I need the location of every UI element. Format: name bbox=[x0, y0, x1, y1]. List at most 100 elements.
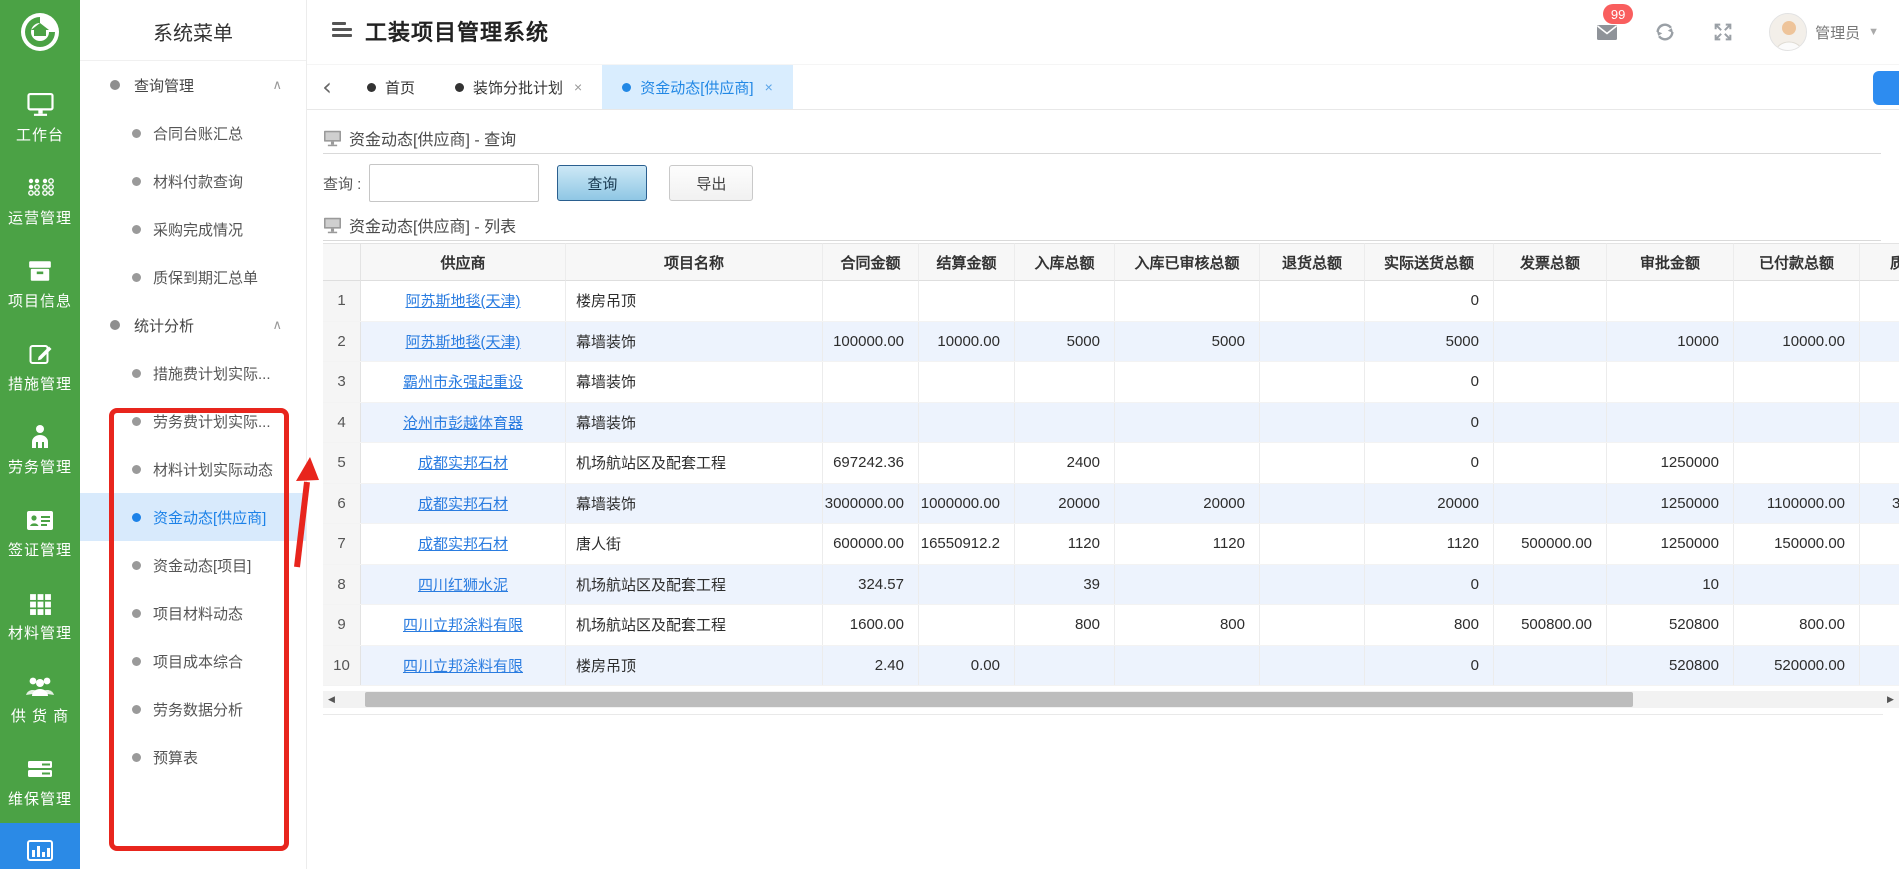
supplier-link[interactable]: 四川立邦涂料有限 bbox=[403, 655, 523, 676]
row-index: 8 bbox=[323, 564, 361, 604]
supplier-link[interactable]: 阿苏斯地毯(天津) bbox=[406, 290, 521, 311]
row-index: 2 bbox=[323, 321, 361, 361]
value-cell bbox=[1260, 321, 1365, 361]
menu-item-质保到期汇总单[interactable]: 质保到期汇总单 bbox=[80, 253, 306, 301]
menu-item-项目材料动态[interactable]: 项目材料动态 bbox=[80, 589, 306, 637]
value-cell bbox=[1015, 362, 1115, 402]
menu-item-预算表[interactable]: 预算表 bbox=[80, 733, 306, 781]
row-index: 3 bbox=[323, 362, 361, 402]
tabs-scroll-left-icon[interactable]: ‹ bbox=[307, 65, 347, 109]
scrollbar-thumb[interactable] bbox=[365, 692, 1633, 707]
horizontal-scrollbar[interactable]: ◀ ▶ bbox=[323, 691, 1899, 708]
close-icon[interactable]: × bbox=[574, 79, 582, 95]
table-row[interactable]: 6 成都实邦石材 幕墙装饰 3000000.00 1000000.00 20000 2000… bbox=[323, 483, 1899, 524]
menu-item-措施费计划实际...[interactable]: 措施费计划实际... bbox=[80, 349, 306, 397]
project-name-cell: 机场航站区及配套工程 bbox=[566, 605, 823, 645]
bullet-icon bbox=[132, 416, 141, 426]
supplier-cell: 成都实邦石材 bbox=[361, 524, 566, 564]
supplier-link[interactable]: 成都实邦石材 bbox=[418, 493, 508, 514]
refresh-button[interactable] bbox=[1653, 20, 1677, 44]
menu-item-材料计划实际动态[interactable]: 材料计划实际动态 bbox=[80, 445, 306, 493]
menu-item-资金动态[供应商][interactable]: 资金动态[供应商] bbox=[80, 493, 306, 541]
value-cell bbox=[1494, 281, 1607, 321]
header-actions: 99 管理员 ▼ bbox=[1595, 0, 1879, 64]
table-row[interactable]: 3 霸州市永强起重设 幕墙装饰 0 bbox=[323, 362, 1899, 403]
table-row[interactable]: 8 四川红狮水泥 机场航站区及配套工程 324.57 39 0 10 bbox=[323, 564, 1899, 605]
rail-item-材料管理[interactable]: 材料管理 bbox=[0, 574, 80, 657]
supplier-link[interactable]: 沧州市彭越体育器 bbox=[403, 412, 523, 433]
export-button[interactable]: 导出 bbox=[669, 165, 754, 201]
table-row[interactable]: 9 四川立邦涂料有限 机场航站区及配套工程 1600.00 800 800 800 50080… bbox=[323, 605, 1899, 646]
menu-item-劳务费计划实际...[interactable]: 劳务费计划实际... bbox=[80, 397, 306, 445]
table-row[interactable]: 2 阿苏斯地毯(天津) 幕墙装饰 100000.00 10000.00 5000 5000 5… bbox=[323, 321, 1899, 362]
messages-button[interactable]: 99 bbox=[1595, 4, 1634, 44]
rail-item-查询统计[interactable]: 查询统计 bbox=[0, 823, 80, 869]
value-cell bbox=[1860, 281, 1899, 321]
menu-item-label: 质保到期汇总单 bbox=[153, 269, 259, 287]
value-cell bbox=[1494, 402, 1607, 442]
rail-item-措施管理[interactable]: 措施管理 bbox=[0, 325, 80, 408]
scroll-left-arrow-icon[interactable]: ◀ bbox=[323, 691, 340, 708]
close-icon[interactable]: × bbox=[765, 79, 773, 95]
menu-section-label: 查询管理 bbox=[134, 77, 195, 95]
query-button[interactable]: 查询 bbox=[557, 165, 648, 201]
scroll-right-arrow-icon[interactable]: ▶ bbox=[1882, 691, 1899, 708]
menu-item-合同台账汇总[interactable]: 合同台账汇总 bbox=[80, 109, 306, 157]
rail-item-运营管理[interactable]: 运营管理 bbox=[0, 159, 80, 242]
value-cell bbox=[1860, 362, 1899, 402]
supplier-link[interactable]: 四川红狮水泥 bbox=[418, 574, 508, 595]
rail-item-维保管理[interactable]: 维保管理 bbox=[0, 740, 80, 823]
app-logo[interactable] bbox=[0, 0, 80, 64]
value-cell bbox=[1734, 281, 1860, 321]
menu-item-采购完成情况[interactable]: 采购完成情况 bbox=[80, 205, 306, 253]
query-input[interactable] bbox=[369, 164, 540, 202]
idcard-icon bbox=[26, 505, 54, 535]
menu-section-统计分析[interactable]: 统计分析 ∧ bbox=[80, 301, 306, 349]
supplier-link[interactable]: 霸州市永强起重设 bbox=[403, 371, 523, 392]
table-row[interactable]: 7 成都实邦石材 唐人街 600000.00 16550912.2 1120 1120 112… bbox=[323, 524, 1899, 565]
avatar bbox=[1769, 13, 1808, 51]
value-cell: 3000000.00 bbox=[823, 483, 919, 523]
value-cell bbox=[1734, 564, 1860, 604]
table-row[interactable]: 1 阿苏斯地毯(天津) 楼房吊顶 0 bbox=[323, 281, 1899, 322]
tab-装饰分批计划[interactable]: 装饰分批计划 × bbox=[435, 65, 602, 109]
table-row[interactable]: 4 沧州市彭越体育器 幕墙装饰 0 bbox=[323, 402, 1899, 443]
edit-icon bbox=[28, 339, 53, 369]
system-menu-panel: 系统菜单 查询管理 ∧ 合同台账汇总 材料付款查询 采购完成情况 质保到期汇总单 统计分析 ∧… bbox=[80, 0, 307, 869]
menu-item-资金动态[项目][interactable]: 资金动态[项目] bbox=[80, 541, 306, 589]
value-cell bbox=[1115, 362, 1260, 402]
rail-item-项目信息[interactable]: 项目信息 bbox=[0, 242, 80, 325]
rail-item-供货商[interactable]: 供 货 商 bbox=[0, 657, 80, 740]
person-icon bbox=[30, 422, 50, 452]
menu-section-查询管理[interactable]: 查询管理 ∧ bbox=[80, 61, 306, 109]
tab-menu-button[interactable] bbox=[1873, 71, 1899, 105]
value-cell bbox=[919, 564, 1015, 604]
rail-item-签证管理[interactable]: 签证管理 bbox=[0, 491, 80, 574]
menu-item-label: 措施费计划实际... bbox=[153, 365, 271, 383]
menu-item-材料付款查询[interactable]: 材料付款查询 bbox=[80, 157, 306, 205]
rail-item-劳务管理[interactable]: 劳务管理 bbox=[0, 408, 80, 491]
table-row[interactable]: 5 成都实邦石材 机场航站区及配套工程 697242.36 2400 0 1250000 bbox=[323, 443, 1899, 484]
user-menu[interactable]: 管理员 ▼ bbox=[1769, 13, 1879, 51]
menu-item-label: 材料付款查询 bbox=[153, 173, 244, 191]
fullscreen-button[interactable] bbox=[1711, 20, 1735, 44]
message-count-badge: 99 bbox=[1603, 4, 1634, 24]
chevron-up-icon: ∧ bbox=[272, 77, 282, 92]
menu-item-劳务数据分析[interactable]: 劳务数据分析 bbox=[80, 685, 306, 733]
rail-item-label: 维保管理 bbox=[7, 791, 72, 808]
supplier-link[interactable]: 成都实邦石材 bbox=[418, 533, 508, 554]
supplier-link[interactable]: 阿苏斯地毯(天津) bbox=[406, 331, 521, 352]
menu-collapse-icon[interactable] bbox=[332, 22, 354, 40]
tab-资金动态[供应商][interactable]: 资金动态[供应商] × bbox=[602, 65, 793, 109]
rail-item-工作台[interactable]: 工作台 bbox=[0, 76, 80, 159]
supplier-link[interactable]: 成都实邦石材 bbox=[418, 452, 508, 473]
menu-item-项目成本综合[interactable]: 项目成本综合 bbox=[80, 637, 306, 685]
supplier-link[interactable]: 四川立邦涂料有限 bbox=[403, 614, 523, 635]
bullet-icon bbox=[132, 224, 141, 234]
rail-item-label: 措施管理 bbox=[7, 376, 72, 393]
table-row[interactable]: 10 四川立邦涂料有限 楼房吊顶 2.40 0.00 0 520800 520000.00 bbox=[323, 645, 1899, 686]
bullet-icon bbox=[132, 560, 141, 570]
tab-首页[interactable]: 首页 bbox=[347, 65, 435, 109]
logo-icon bbox=[21, 13, 59, 51]
supplier-cell: 四川立邦涂料有限 bbox=[361, 645, 566, 685]
